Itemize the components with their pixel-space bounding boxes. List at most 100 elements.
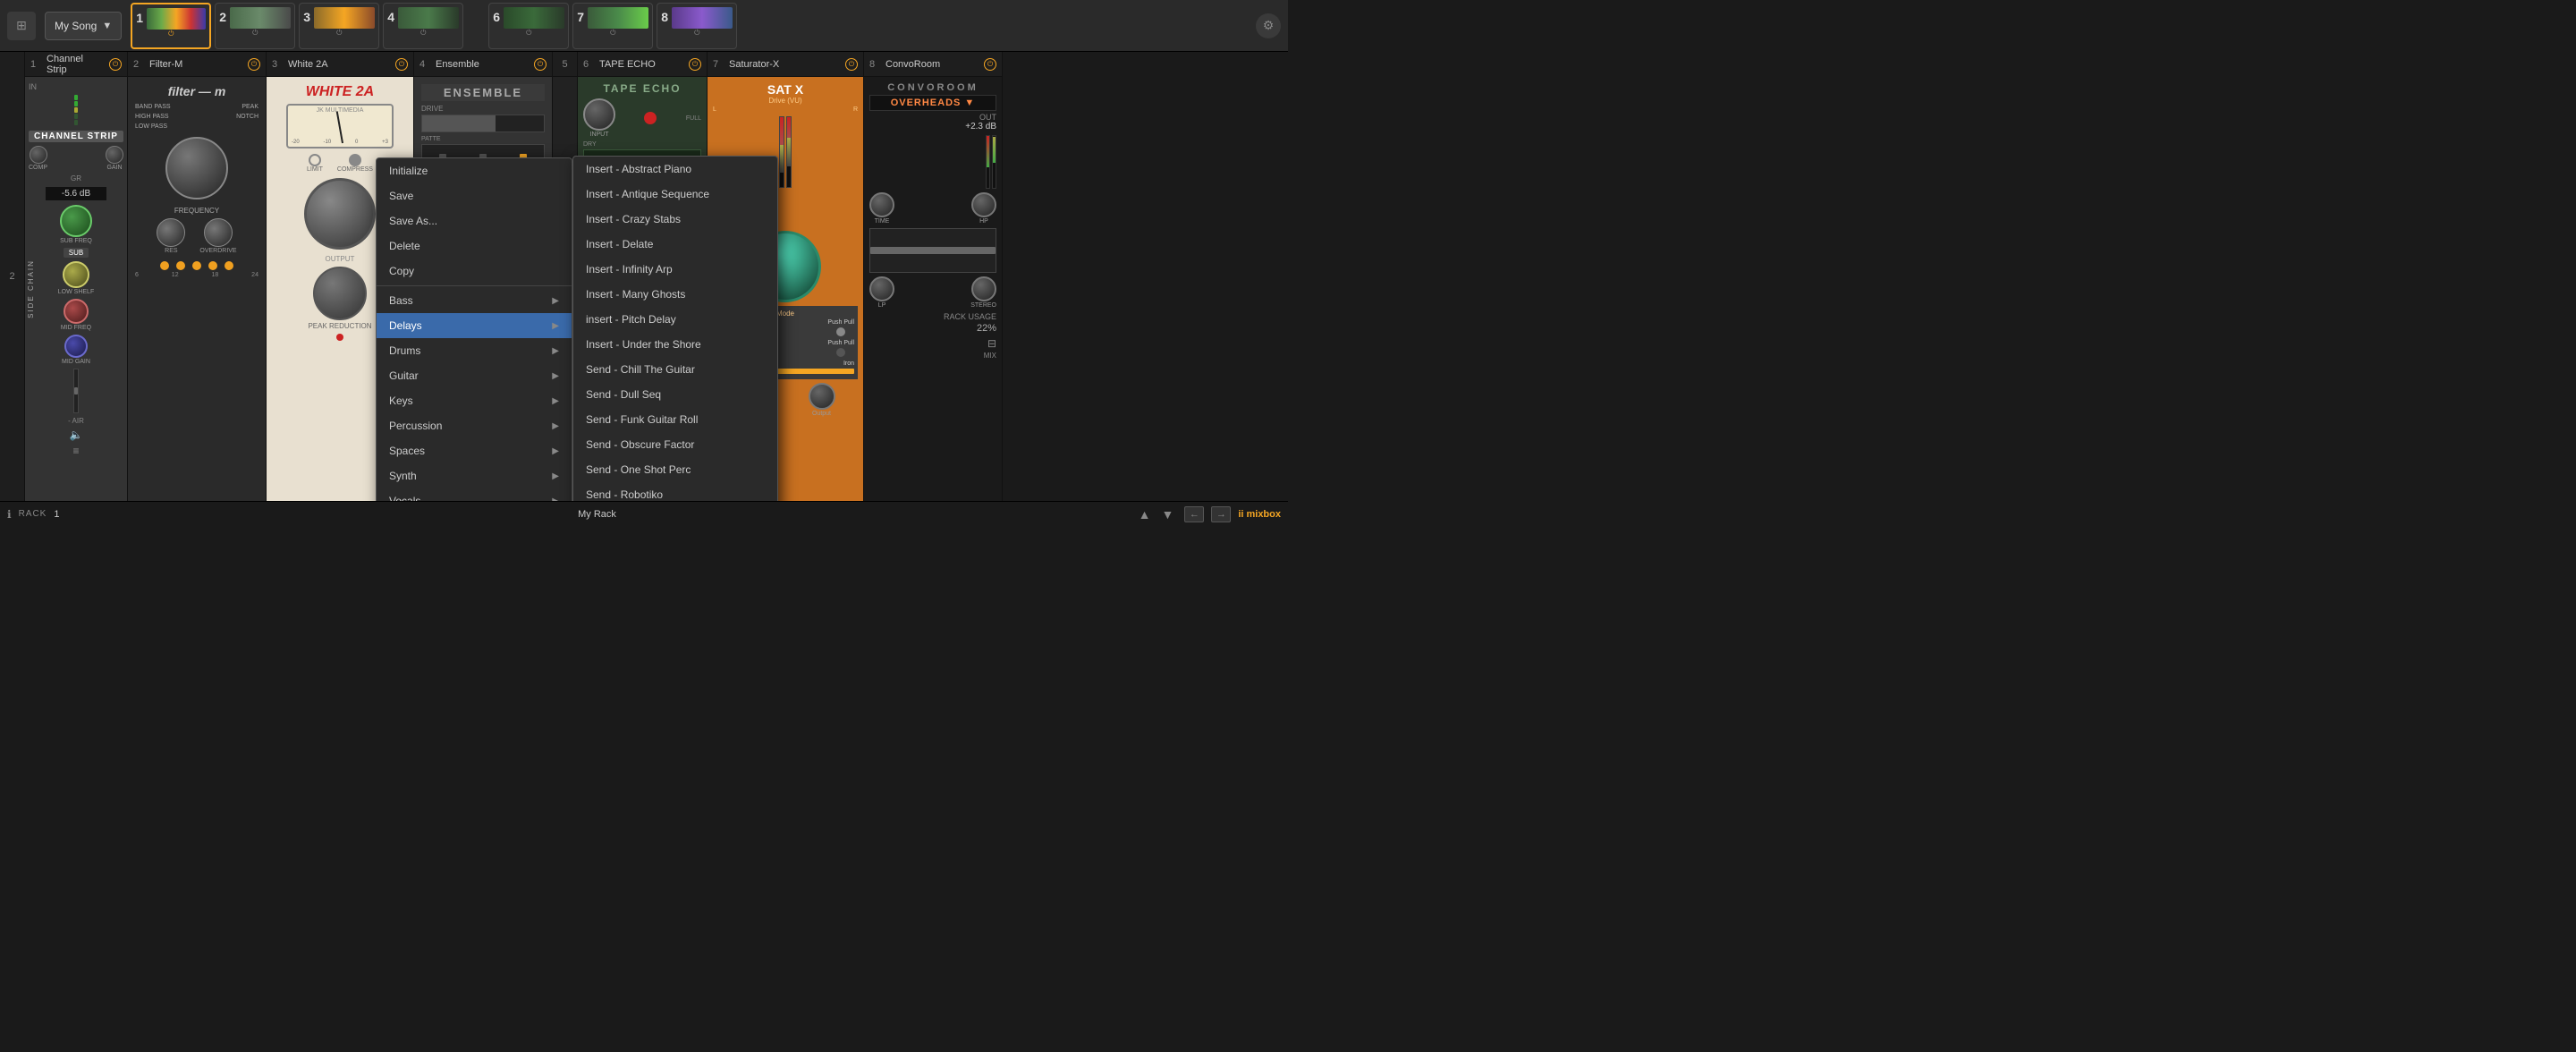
- ctx-save-as-label: Save As...: [389, 215, 437, 227]
- sub-obscure-factor[interactable]: Send - Obscure Factor: [573, 432, 777, 457]
- sub-funk-guitar-roll[interactable]: Send - Funk Guitar Roll: [573, 407, 777, 432]
- ctx-delays[interactable]: Delays ▶: [377, 313, 572, 338]
- ctx-delete[interactable]: Delete: [377, 233, 572, 259]
- bottom-back-btn[interactable]: ←: [1184, 506, 1204, 522]
- cs-comp-knob-wrap: COMP: [29, 146, 47, 171]
- cr-hp-knob[interactable]: [971, 192, 996, 217]
- slot-thumb-8: [672, 7, 733, 29]
- fm-dot-4[interactable]: [208, 261, 217, 270]
- sat-x-output-label: Output: [812, 411, 831, 417]
- channel-slot-4[interactable]: 4 ⏻: [383, 3, 463, 49]
- white2a-main-knob[interactable]: [304, 178, 376, 250]
- ensemble-drive-fader[interactable]: [421, 115, 545, 132]
- channel-slot-3[interactable]: 3 ⏻: [299, 3, 379, 49]
- ctx-save[interactable]: Save: [377, 183, 572, 208]
- sub-delate[interactable]: Insert - Delate: [573, 232, 777, 257]
- filter-m-power[interactable]: ⏻: [248, 58, 260, 71]
- sub-many-ghosts[interactable]: Insert - Many Ghosts: [573, 282, 777, 307]
- sub-crazy-stabs[interactable]: Insert - Crazy Stabs: [573, 207, 777, 232]
- cr-stereo-knob[interactable]: [971, 276, 996, 301]
- ctx-bass[interactable]: Bass ▶: [377, 288, 572, 313]
- slot-thumb-6: [504, 7, 564, 29]
- ctx-keys[interactable]: Keys ▶: [377, 388, 572, 413]
- sub-infinity-arp[interactable]: Insert - Infinity Arp: [573, 257, 777, 282]
- sub-under-shore[interactable]: Insert - Under the Shore: [573, 332, 777, 357]
- ctx-initialize[interactable]: Initialize: [377, 158, 572, 183]
- app-logo: ⊞: [7, 12, 36, 40]
- bottom-forward-btn[interactable]: →: [1211, 506, 1231, 522]
- cr-rack-usage-value: 22%: [977, 323, 996, 334]
- ctx-delete-label: Delete: [389, 240, 420, 252]
- cs-low-shelf-knob[interactable]: [63, 261, 89, 288]
- ctx-guitar[interactable]: Guitar ▶: [377, 363, 572, 388]
- ctx-bass-label: Bass: [389, 294, 413, 307]
- white2a-clip-indicator: [336, 334, 343, 341]
- cr-lp-knob[interactable]: [869, 276, 894, 301]
- cs-speaker-icon[interactable]: 🔈: [70, 428, 83, 441]
- sub-dull-seq[interactable]: Send - Dull Seq: [573, 382, 777, 407]
- bottom-nav-down[interactable]: ▼: [1157, 507, 1177, 522]
- sub-abstract-piano[interactable]: Insert - Abstract Piano: [573, 157, 777, 182]
- fm-dot-1[interactable]: [160, 261, 169, 270]
- convoroom-power[interactable]: ⏻: [984, 58, 996, 71]
- ensemble-header: 4 Ensemble ⏻: [414, 52, 552, 77]
- cr-fader[interactable]: [869, 228, 996, 273]
- cs-eq-icon[interactable]: ≡: [72, 445, 79, 457]
- ctx-synth[interactable]: Synth ▶: [377, 463, 572, 488]
- cs-sub-freq-knob[interactable]: [60, 205, 92, 237]
- fm-dot-5[interactable]: [225, 261, 233, 270]
- ctx-save-label: Save: [389, 190, 413, 202]
- ensemble-pattern-label: PATTE: [421, 136, 545, 142]
- fm-res-knob[interactable]: [157, 218, 185, 247]
- cr-display[interactable]: OVERHEADS ▼: [869, 95, 996, 111]
- slot-thumb-3: [314, 7, 375, 29]
- white2a-output-knob[interactable]: [313, 267, 367, 320]
- cr-time-knob[interactable]: [869, 192, 894, 217]
- sat-x-push-pull-btn[interactable]: [836, 327, 845, 336]
- sub-robotiko[interactable]: Send - Robotiko: [573, 482, 777, 501]
- ctx-percussion[interactable]: Percussion ▶: [377, 413, 572, 438]
- sat-x-output-knob[interactable]: [809, 383, 835, 410]
- channel-strip-power[interactable]: ⏻: [109, 58, 122, 71]
- bottom-info-icon[interactable]: ℹ: [7, 508, 12, 521]
- ctx-copy[interactable]: Copy: [377, 259, 572, 284]
- sub-pitch-delay[interactable]: insert - Pitch Delay: [573, 307, 777, 332]
- sat-x-push-pull2-btn[interactable]: [836, 348, 845, 357]
- song-name: My Song: [55, 20, 97, 32]
- settings-button[interactable]: ⚙: [1256, 13, 1281, 38]
- white2a-limit-btn[interactable]: LIMIT: [307, 154, 323, 173]
- ctx-save-as[interactable]: Save As...: [377, 208, 572, 233]
- cr-rack-usage-label: RACK USAGE: [944, 312, 996, 321]
- ctx-keys-label: Keys: [389, 394, 413, 407]
- channel-slot-1[interactable]: 1 ⏻: [131, 3, 211, 49]
- channel-slot-6[interactable]: 6 ⏻: [488, 3, 569, 49]
- white2a-power[interactable]: ⏻: [395, 58, 408, 71]
- white2a-compress-btn[interactable]: COMPRESS: [337, 154, 373, 173]
- sub-antique-sequence[interactable]: Insert - Antique Sequence: [573, 182, 777, 207]
- fm-dot-2[interactable]: [176, 261, 185, 270]
- fm-main-knob[interactable]: [165, 137, 228, 199]
- song-selector[interactable]: My Song ▼: [45, 12, 122, 40]
- fm-overdrive-wrap: OVERDRIVE: [199, 218, 236, 254]
- sub-one-shot-perc[interactable]: Send - One Shot Perc: [573, 457, 777, 482]
- channel-slot-8[interactable]: 8 ⏻: [657, 3, 737, 49]
- te-input-knob[interactable]: [583, 98, 615, 131]
- channel-slot-2[interactable]: 2 ⏻: [215, 3, 295, 49]
- cr-mix-icon[interactable]: ⊟: [987, 337, 996, 350]
- fm-overdrive-knob[interactable]: [204, 218, 233, 247]
- fm-dot-3[interactable]: [192, 261, 201, 270]
- ctx-drums[interactable]: Drums ▶: [377, 338, 572, 363]
- sub-chill-guitar[interactable]: Send - Chill The Guitar: [573, 357, 777, 382]
- cs-gain-knob[interactable]: [106, 146, 123, 164]
- cs-fader[interactable]: [73, 369, 79, 413]
- bottom-nav-up[interactable]: ▲: [1135, 507, 1155, 522]
- cs-comp-knob[interactable]: [30, 146, 47, 164]
- channel-slot-7[interactable]: 7 ⏻: [572, 3, 653, 49]
- ensemble-power[interactable]: ⏻: [534, 58, 547, 71]
- tape-echo-power[interactable]: ⏻: [689, 58, 701, 71]
- ctx-spaces[interactable]: Spaces ▶: [377, 438, 572, 463]
- cs-mid-gain-knob[interactable]: [64, 335, 88, 358]
- cs-mid-freq-knob[interactable]: [64, 299, 89, 324]
- sat-x-power[interactable]: ⏻: [845, 58, 858, 71]
- ctx-vocals[interactable]: Vocals ▶: [377, 488, 572, 501]
